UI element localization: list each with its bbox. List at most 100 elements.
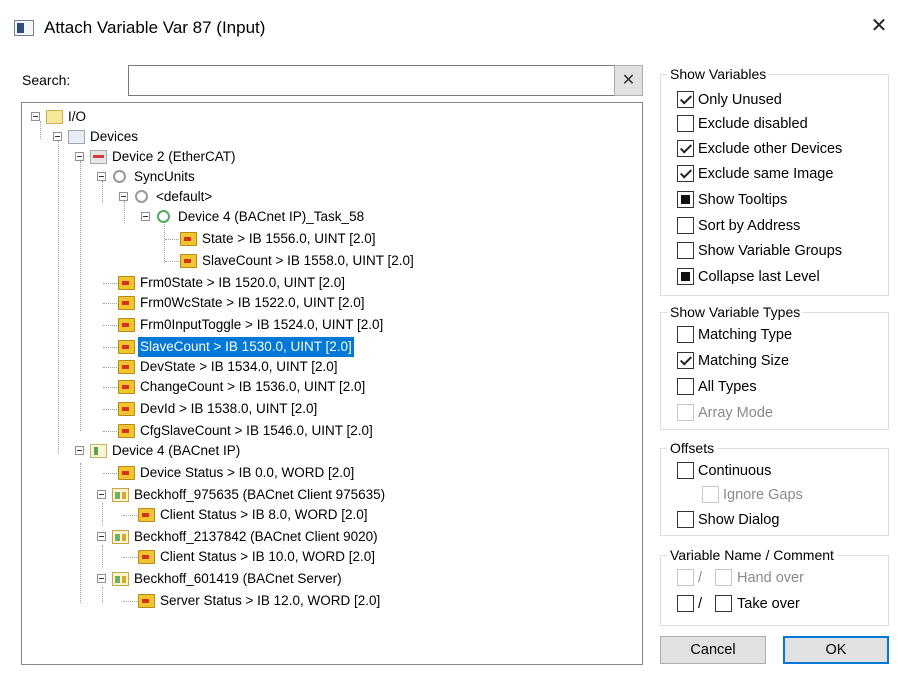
input-variable-icon	[118, 296, 135, 310]
sync-unit-icon	[135, 190, 148, 203]
hand-over-name-checkbox	[677, 569, 694, 586]
option-label: Exclude other Devices	[698, 141, 843, 157]
tree-node-label: Device 4 (BACnet IP)	[112, 443, 241, 458]
separator-slash: /	[698, 570, 703, 586]
cancel-button[interactable]: Cancel	[660, 636, 766, 664]
checkbox-box[interactable]	[677, 352, 694, 369]
window-title: Attach Variable Var 87 (Input)	[44, 18, 266, 37]
variable-name-group	[660, 555, 889, 626]
tree-connector	[80, 463, 81, 603]
tree-connector	[124, 201, 125, 223]
input-variable-icon	[118, 380, 135, 394]
syncunits-icon	[113, 170, 126, 183]
input-variable-icon	[118, 340, 135, 354]
checkbox-box[interactable]	[677, 191, 694, 208]
separator-slash: /	[698, 596, 703, 612]
collapse-icon[interactable]	[119, 192, 128, 201]
show-variables-title: Show Variables	[667, 66, 770, 82]
collapse-icon[interactable]	[53, 132, 62, 141]
checkbox-box[interactable]	[677, 140, 694, 157]
tree-connector	[123, 557, 137, 558]
tree-node-label: Devices	[90, 129, 139, 144]
take-over-label: Take over	[737, 596, 800, 612]
search-label: Search:	[22, 72, 71, 88]
tree-connector	[165, 261, 179, 262]
tree-node-label: State > IB 1556.0, UINT [2.0]	[202, 231, 376, 246]
tree-connector	[103, 347, 117, 348]
collapse-icon[interactable]	[97, 574, 106, 583]
option-label: Sort by Address	[698, 218, 801, 234]
checkbox-box[interactable]	[677, 462, 694, 479]
tree-connector	[103, 431, 117, 432]
tree-node-label: ChangeCount > IB 1536.0, UINT [2.0]	[140, 379, 366, 394]
tree-connector	[80, 161, 81, 431]
option-label: Show Dialog	[698, 512, 780, 528]
option-label: Show Tooltips	[698, 192, 788, 208]
checkbox-box[interactable]	[677, 115, 694, 132]
tree-connector	[103, 473, 117, 474]
input-variable-icon	[138, 594, 155, 608]
option-label: Exclude disabled	[698, 116, 808, 132]
collapse-icon[interactable]	[75, 446, 84, 455]
checkbox-box[interactable]	[677, 165, 694, 182]
tree-node-label: Frm0State > IB 1520.0, UINT [2.0]	[140, 275, 345, 290]
ok-button[interactable]: OK	[783, 636, 889, 664]
hand-over-comment-checkbox	[715, 569, 732, 586]
tree-node-label: DevId > IB 1538.0, UINT [2.0]	[140, 401, 318, 416]
take-over-comment-checkbox[interactable]	[715, 595, 732, 612]
checkbox-box[interactable]	[677, 217, 694, 234]
option-label: Only Unused	[698, 92, 782, 108]
checkbox-box[interactable]	[677, 242, 694, 259]
bacnet-client-icon	[112, 488, 129, 502]
bacnet-device-icon	[90, 444, 107, 458]
hand-over-label: Hand over	[737, 570, 804, 586]
devices-folder-icon	[68, 130, 85, 144]
option-label: Matching Size	[698, 353, 790, 369]
input-variable-icon	[138, 550, 155, 564]
bacnet-client-icon	[112, 530, 129, 544]
tree-connector	[58, 141, 59, 453]
tree-connector	[40, 121, 41, 139]
checkbox-box[interactable]	[677, 91, 694, 108]
variable-tree[interactable]: I/O Devices Device 2 (EtherCAT) SyncUnit…	[21, 102, 643, 665]
tree-connector	[103, 325, 117, 326]
collapse-icon[interactable]	[97, 532, 106, 541]
input-variable-icon	[180, 232, 197, 246]
input-variable-icon	[118, 318, 135, 332]
tree-node-label: Client Status > IB 8.0, WORD [2.0]	[160, 507, 368, 522]
checkbox-box[interactable]	[677, 326, 694, 343]
checkbox-box[interactable]	[677, 378, 694, 395]
collapse-icon[interactable]	[75, 152, 84, 161]
collapse-icon[interactable]	[97, 490, 106, 499]
title-bar: Attach Variable Var 87 (Input) ✕	[0, 0, 898, 54]
input-variable-icon	[138, 508, 155, 522]
checkbox-box	[702, 486, 719, 503]
close-icon[interactable]: ✕	[866, 14, 892, 40]
collapse-icon[interactable]	[141, 212, 150, 221]
option-label: Matching Type	[698, 327, 793, 343]
option-label: Continuous	[698, 463, 772, 479]
collapse-icon[interactable]	[97, 172, 106, 181]
input-variable-icon	[118, 424, 135, 438]
sync-unit-icon	[157, 210, 170, 223]
option-label: All Types	[698, 379, 757, 395]
tree-node-label: SyncUnits	[134, 169, 195, 184]
option-label: Ignore Gaps	[723, 487, 803, 503]
tree-connector	[103, 303, 117, 304]
tree-node-label: SlaveCount > IB 1558.0, UINT [2.0]	[202, 253, 414, 268]
checkbox-box[interactable]	[677, 511, 694, 528]
tree-node-label: Beckhoff_2137842 (BACnet Client 9020)	[134, 529, 378, 544]
take-over-name-checkbox[interactable]	[677, 595, 694, 612]
variable-name-title: Variable Name / Comment	[667, 547, 837, 563]
tree-connector	[103, 283, 117, 284]
ethercat-device-icon	[90, 150, 107, 164]
option-label: Collapse last Level	[698, 269, 820, 285]
tree-node-label: CfgSlaveCount > IB 1546.0, UINT [2.0]	[140, 423, 373, 438]
collapse-icon[interactable]	[31, 112, 40, 121]
search-clear-button[interactable]: ✕	[614, 65, 643, 96]
search-input[interactable]	[128, 65, 615, 96]
checkbox-box[interactable]	[677, 268, 694, 285]
tree-connector	[102, 545, 103, 567]
show-variable-types-title: Show Variable Types	[667, 304, 804, 320]
tree-connector	[123, 601, 137, 602]
